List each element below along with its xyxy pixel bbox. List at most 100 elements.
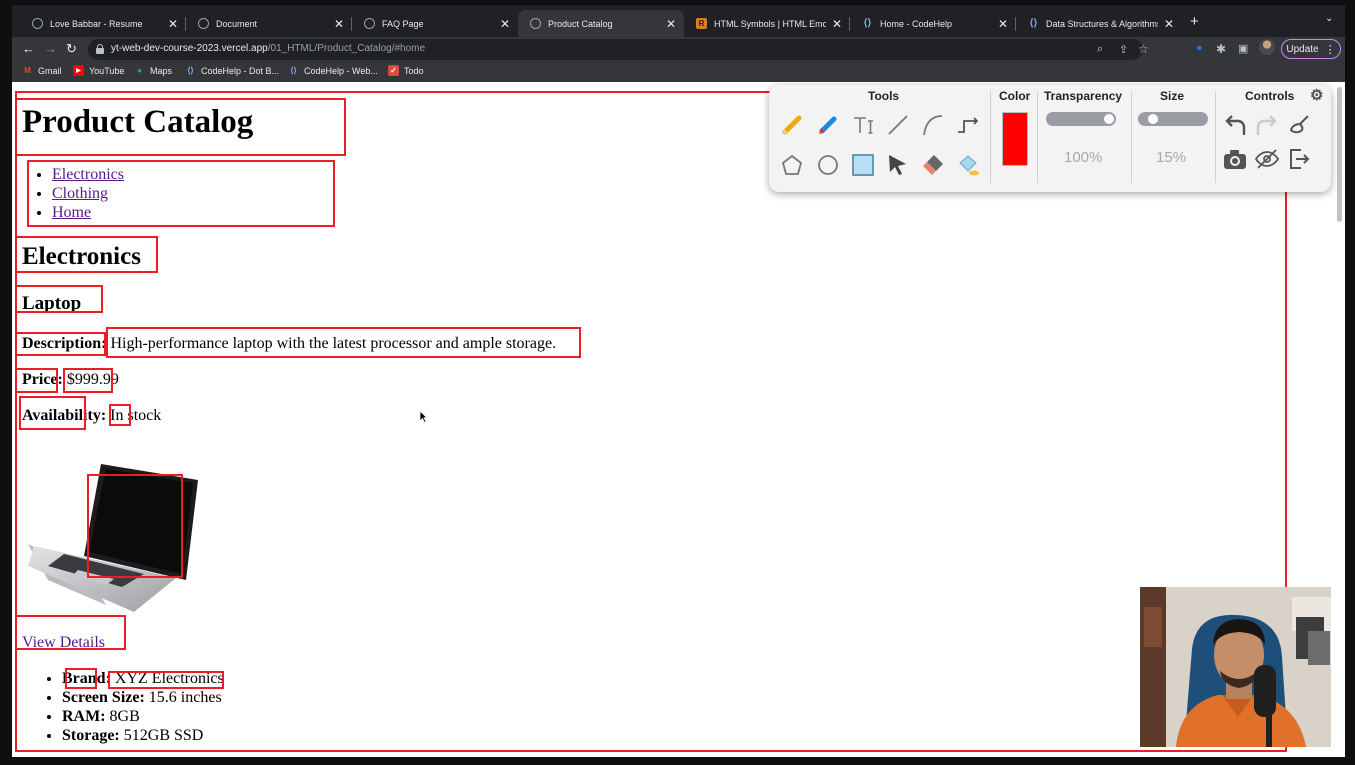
tab-label: Data Structures & Algorithms i (1046, 18, 1158, 29)
annotation-box-nav (27, 160, 335, 227)
close-tab-icon[interactable]: ✕ (334, 17, 344, 31)
camera-icon[interactable] (1221, 145, 1249, 173)
annotation-box-product-name (15, 285, 103, 313)
curve-tool-icon[interactable] (919, 111, 947, 139)
bookmark-star-icon[interactable]: ☆ (1138, 42, 1149, 56)
globe-icon (364, 18, 375, 29)
line-tool-icon[interactable] (884, 111, 912, 139)
scrollbar-thumb[interactable] (1337, 87, 1342, 222)
transparency-slider[interactable] (1046, 112, 1116, 126)
bookmark-codehelp-dot-b[interactable]: ⟨⟩ CodeHelp - Dot B... (185, 65, 279, 76)
tab-document[interactable]: Document ✕ (186, 10, 352, 37)
tab-html-symbols[interactable]: R HTML Symbols | HTML Emojis ✕ (684, 10, 850, 37)
drawing-tools-panel: Tools Color Transparency Size Controls ⚙ (769, 85, 1331, 192)
extension-drop-icon[interactable]: ● (1196, 42, 1203, 54)
tab-label: Document (216, 18, 258, 29)
close-tab-icon[interactable]: ✕ (998, 17, 1008, 31)
annotation-box-view-details (15, 615, 126, 650)
bookmark-maps[interactable]: ● Maps (134, 65, 172, 76)
back-icon[interactable]: ← (22, 41, 35, 56)
lock-icon (96, 44, 104, 54)
tools-heading: Tools (868, 89, 900, 103)
reload-icon[interactable]: ↻ (66, 41, 77, 57)
panel-divider (1037, 91, 1038, 183)
slider-knob[interactable] (1148, 114, 1159, 124)
bookmark-todo[interactable]: ✓ Todo (388, 65, 424, 76)
annotation-box-availability-label (19, 396, 86, 430)
panel-divider (1131, 91, 1132, 183)
presenter-webcam (1140, 587, 1331, 747)
bookmark-youtube[interactable]: ▶ YouTube (73, 65, 124, 76)
exit-icon[interactable] (1285, 145, 1313, 173)
annotation-box-availability-value (109, 404, 131, 426)
maps-pin-icon: ● (137, 66, 142, 75)
clear-broom-icon[interactable] (1285, 111, 1313, 139)
url-text[interactable]: yt-web-dev-course-2023.vercel.app/01_HTM… (111, 43, 425, 54)
tab-data-structures[interactable]: ⟨⟩ Data Structures & Algorithms i ✕ (1016, 10, 1182, 37)
kebab-menu-icon: ⋮ (1324, 43, 1336, 56)
todo-icon: ✓ (388, 65, 399, 76)
close-tab-icon[interactable]: ✕ (832, 17, 842, 31)
annotation-box-price-value (63, 368, 113, 393)
bookmark-gmail[interactable]: M Gmail (22, 65, 62, 76)
size-slider[interactable] (1138, 112, 1208, 126)
zoom-icon[interactable]: ⌕ (1097, 43, 1103, 56)
tab-label: Product Catalog (548, 18, 613, 29)
circle-tool-icon[interactable] (814, 151, 842, 179)
annotation-box-title (15, 98, 346, 156)
close-tab-icon[interactable]: ✕ (168, 17, 178, 31)
undo-icon[interactable] (1221, 111, 1249, 139)
select-arrow-icon[interactable] (884, 151, 912, 179)
tab-label: FAQ Page (382, 18, 424, 29)
hide-eye-icon[interactable] (1253, 145, 1281, 173)
share-icon[interactable]: ⇪ (1119, 43, 1128, 56)
profile-avatar[interactable] (1259, 39, 1275, 55)
gmail-icon: M (24, 66, 31, 75)
globe-icon (198, 18, 209, 29)
close-tab-icon[interactable]: ✕ (500, 17, 510, 31)
address-bar[interactable]: yt-web-dev-course-2023.vercel.app/01_HTM… (88, 39, 1149, 60)
tab-love-babbar-resume[interactable]: Love Babbar - Resume ✕ (20, 10, 186, 37)
bookmark-codehelp-web[interactable]: ⟨⟩ CodeHelp - Web... (288, 65, 378, 76)
close-tab-icon[interactable]: ✕ (666, 17, 676, 31)
eraser-icon[interactable] (919, 151, 947, 179)
codehelp-icon: ⟨⟩ (290, 66, 297, 75)
slider-knob[interactable] (1104, 114, 1114, 124)
side-panel-icon[interactable]: ▣ (1238, 42, 1248, 55)
annotation-box-brand-value (108, 671, 224, 689)
new-tab-button[interactable]: + (1190, 13, 1199, 30)
tab-search-chevron-icon[interactable]: ⌄ (1325, 13, 1333, 24)
tab-faq-page[interactable]: FAQ Page ✕ (352, 10, 518, 37)
annotation-box-section (15, 236, 158, 273)
color-swatch[interactable] (1002, 112, 1028, 166)
annotation-box-description-label (15, 332, 106, 356)
update-label: Update (1286, 43, 1319, 55)
codehelp-icon: ⟨⟩ (1029, 18, 1038, 29)
size-value: 15% (1156, 149, 1187, 166)
tab-home-codehelp[interactable]: ⟨⟩ Home - CodeHelp ✕ (850, 10, 1016, 37)
polygon-tool-icon[interactable] (778, 151, 806, 179)
r-icon: R (696, 18, 707, 29)
globe-icon (530, 18, 541, 29)
annotation-box-brand-label (65, 668, 97, 689)
connector-tool-icon[interactable] (954, 111, 982, 139)
size-heading: Size (1160, 89, 1185, 103)
extensions-puzzle-icon[interactable]: ✱ (1216, 42, 1226, 56)
forward-icon[interactable]: → (44, 41, 57, 56)
pencil-icon[interactable] (778, 111, 806, 139)
globe-icon (32, 18, 43, 29)
marker-icon[interactable] (814, 111, 842, 139)
update-button[interactable]: Update ⋮ (1281, 39, 1341, 59)
controls-heading: Controls (1245, 89, 1295, 103)
settings-gear-icon[interactable]: ⚙ (1310, 86, 1323, 104)
fill-bucket-icon[interactable] (954, 151, 982, 179)
close-tab-icon[interactable]: ✕ (1164, 17, 1174, 31)
bookmark-label: Gmail (38, 65, 62, 76)
text-tool-icon[interactable] (849, 111, 877, 139)
transparency-heading: Transparency (1044, 89, 1123, 103)
tab-product-catalog[interactable]: Product Catalog ✕ (518, 10, 684, 37)
redo-icon[interactable] (1253, 111, 1281, 139)
rectangle-tool-icon[interactable] (849, 151, 877, 179)
tab-label: Love Babbar - Resume (50, 18, 143, 29)
annotation-box-price-label (15, 368, 58, 393)
